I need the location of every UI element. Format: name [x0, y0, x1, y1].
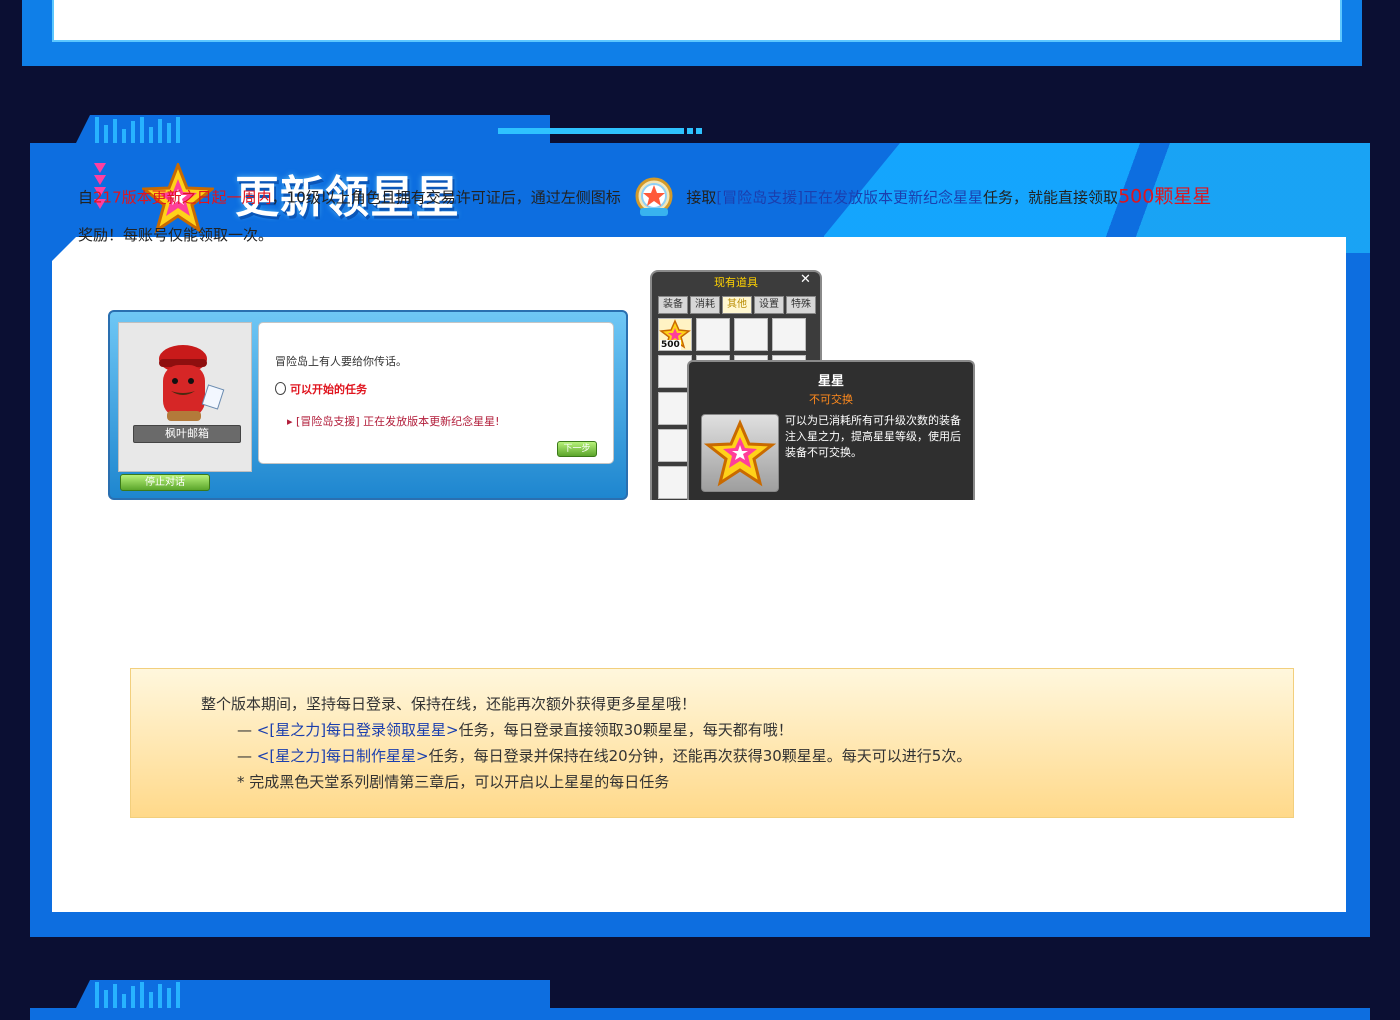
- stop-dialog-button[interactable]: 停止对话: [120, 474, 210, 491]
- item-name: 星星: [817, 374, 844, 389]
- mailbox-npc-icon: [159, 345, 225, 421]
- daily-login-quest: <[星之力]每日登录领取星星>: [256, 721, 459, 739]
- close-icon[interactable]: ✕: [800, 272, 811, 287]
- intro-text: ，10级以上角色且拥有交易许可证后，通过左侧图标: [271, 188, 621, 207]
- tab-consume[interactable]: 消耗: [690, 296, 720, 314]
- note-text: 任务，每日登录直接领取30颗星星，每天都有哦！: [458, 721, 793, 739]
- note-line: * 完成黑色天堂系列剧情第三章后，可以开启以上星星的每日任务: [237, 773, 670, 791]
- daily-craft-quest: <[星之力]每日制作星星>: [256, 747, 429, 765]
- npc-dialog-window: 枫叶邮箱 冒险岛上有人要给你传话。 可以开始的任务 ▸ [冒险岛支援] 正在发放…: [108, 310, 628, 500]
- dialog-text-panel: 冒险岛上有人要给你传话。 可以开始的任务 ▸ [冒险岛支援] 正在发放版本更新纪…: [258, 322, 614, 464]
- next-button[interactable]: 下一步: [557, 441, 597, 457]
- intro-text: 任务，就能直接领取: [983, 188, 1119, 207]
- next-section-frame: [30, 1008, 1370, 1020]
- tab-special[interactable]: 特殊: [786, 296, 816, 314]
- intro-text: 接取: [686, 188, 717, 207]
- available-quest-text: 可以开始的任务: [290, 383, 367, 396]
- available-quest-label: 可以开始的任务: [275, 381, 367, 397]
- tab-equip[interactable]: 装备: [658, 296, 688, 314]
- daily-quest-note: 整个版本期间，坚持每日登录、保持在线，还能再次额外获得更多星星哦！ — <[星之…: [130, 668, 1294, 818]
- tab-etc[interactable]: 其他: [722, 296, 752, 314]
- header-deco-dashes: [678, 128, 702, 134]
- inventory-slot[interactable]: [696, 318, 730, 351]
- note-line: — <[星之力]每日制作星星>任务，每日登录并保持在线20分钟，还能再次获得30…: [201, 743, 971, 769]
- item-tooltip: 星星 不可交换 可以为已消耗所有可升级次数的装备注入星之力，提高星星等级，使用后…: [687, 360, 975, 500]
- tab-setup[interactable]: 设置: [754, 296, 784, 314]
- header-deco-line: [498, 128, 678, 134]
- npc-message: 冒险岛上有人要给你传话。: [275, 355, 407, 368]
- item-trade-status: 不可交换: [809, 393, 853, 406]
- previous-section-content: [52, 0, 1342, 42]
- item-description: 可以为已消耗所有可升级次数的装备注入星之力，提高星星等级，使用后装备不可交换。: [785, 414, 961, 459]
- tab-bar-decoration: [95, 980, 190, 1008]
- quest-notice-icon: [635, 177, 673, 216]
- inventory-tabs: 装备 消耗 其他 设置 特殊: [658, 296, 816, 314]
- note-dash: —: [237, 747, 257, 765]
- tab-bar-decoration: [95, 115, 190, 143]
- reward-amount: 500颗星星: [1118, 185, 1212, 208]
- note-line: 整个版本期间，坚持每日登录、保持在线，还能再次额外获得更多星星哦！: [201, 695, 697, 713]
- inventory-slot[interactable]: [772, 318, 806, 351]
- note-body: 整个版本期间，坚持每日登录、保持在线，还能再次额外获得更多星星哦！ — <[星之…: [201, 691, 971, 795]
- intro-text: 自: [78, 188, 94, 207]
- note-text: 任务，每日登录并保持在线20分钟，还能再次获得30颗星星。每天可以进行5次。: [428, 747, 972, 765]
- item-image-frame: [701, 414, 779, 492]
- event-period: 217版本更新之日起一周内: [93, 188, 272, 207]
- intro-text: 奖励！每账号仅能领取一次。: [78, 226, 274, 244]
- quest-list-item[interactable]: ▸ [冒险岛支援] 正在发放版本更新纪念星星!: [287, 413, 500, 429]
- inventory-slot-star[interactable]: 500: [658, 318, 692, 351]
- npc-name-plate: 枫叶邮箱: [133, 425, 241, 443]
- quest-list-item-label: [冒险岛支援] 正在发放版本更新纪念星星!: [296, 415, 500, 428]
- item-count: 500: [660, 340, 681, 350]
- note-line: — <[星之力]每日登录领取星星>任务，每日登录直接领取30颗星星，每天都有哦！: [201, 717, 971, 743]
- intro-paragraph: 自217版本更新之日起一周内，10级以上角色且拥有交易许可证后，通过左侧图标 接…: [78, 176, 1298, 250]
- quest-name: [冒险岛支援]正在发放版本更新纪念星星: [716, 188, 984, 207]
- next-section: [30, 980, 1370, 1020]
- note-dash: —: [237, 721, 257, 739]
- lightbulb-icon: [275, 382, 286, 395]
- star-icon: [703, 419, 777, 487]
- npc-portrait-panel: 枫叶邮箱: [118, 322, 252, 472]
- inventory-slot[interactable]: [734, 318, 768, 351]
- inventory-title: 现有道具: [714, 276, 758, 289]
